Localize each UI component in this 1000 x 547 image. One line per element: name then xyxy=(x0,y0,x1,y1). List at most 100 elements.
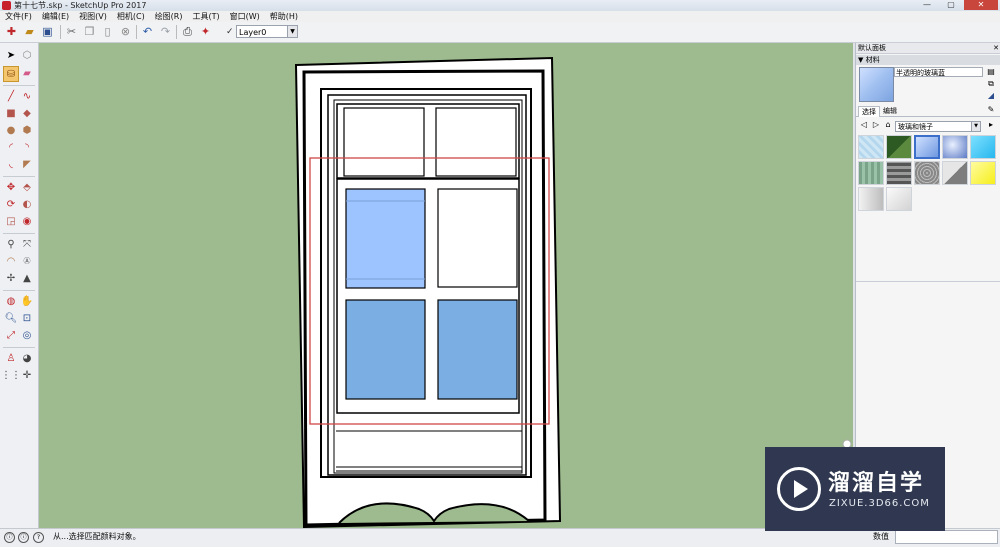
minimize-button[interactable]: — xyxy=(916,0,938,10)
material-swatch[interactable] xyxy=(858,161,884,185)
position-camera-icon[interactable]: ♙ xyxy=(4,351,18,365)
dimension-icon[interactable]: ⤧ xyxy=(20,237,34,251)
zoom-window-icon[interactable]: ⊡ xyxy=(20,311,34,325)
orbit-icon[interactable]: ◍ xyxy=(4,294,18,308)
redo-icon[interactable]: ↷ xyxy=(158,24,173,39)
line-tool-icon[interactable]: ╱ xyxy=(4,89,18,103)
measurements-input[interactable] xyxy=(895,530,998,544)
cut-icon[interactable]: ✂ xyxy=(64,24,79,39)
walk-icon[interactable]: ⋮⋮ xyxy=(1,368,21,382)
watermark-subtitle: ZIXUE.3D66.COM xyxy=(829,498,930,509)
open-folder-icon[interactable]: ▰ xyxy=(22,24,37,39)
three-point-arc-icon[interactable]: ◟ xyxy=(4,157,18,171)
model-viewport[interactable] xyxy=(39,43,853,528)
maximize-button[interactable]: ▢ xyxy=(940,0,962,10)
undo-icon[interactable]: ↶ xyxy=(140,24,155,39)
menu-view[interactable]: 视图(V) xyxy=(74,11,112,22)
two-point-arc-icon[interactable]: ◝ xyxy=(20,140,34,154)
layer-dropdown[interactable]: Layer0 ▼ xyxy=(236,25,298,38)
forward-icon[interactable]: ▷ xyxy=(871,120,881,130)
axes-icon[interactable]: ✢ xyxy=(4,271,18,285)
3d-text-icon[interactable]: ▲ xyxy=(20,271,34,285)
play-logo-icon xyxy=(777,467,821,511)
menu-edit[interactable]: 编辑(E) xyxy=(37,11,74,22)
material-swatch-grid xyxy=(858,135,999,213)
tray-close-icon[interactable]: ✕ xyxy=(993,43,999,54)
pie-icon[interactable]: ◤ xyxy=(20,157,34,171)
pan-icon[interactable]: ✋ xyxy=(20,294,34,308)
scale-icon[interactable]: ◲ xyxy=(4,214,18,228)
watermark-title: 溜溜自学 xyxy=(828,471,925,496)
credits-icon[interactable]: ⓘ xyxy=(18,532,29,543)
back-icon[interactable]: ◁ xyxy=(859,120,869,130)
eyedropper-icon[interactable]: ✎ xyxy=(985,105,997,115)
main-toolbar: ✚ ▰ ▣ ✂ ❐ ▯ ⊗ ↶ ↷ ⎙ ✦ ✓ Layer0 ▼ xyxy=(0,22,1000,43)
material-swatch[interactable] xyxy=(886,135,912,159)
model-info-icon[interactable]: ✦ xyxy=(198,24,213,39)
material-name-field[interactable]: 半透明的玻璃蓝 xyxy=(894,67,983,77)
delete-icon[interactable]: ⊗ xyxy=(118,24,133,39)
material-swatch[interactable] xyxy=(970,161,996,185)
menu-help[interactable]: 帮助(H) xyxy=(265,11,303,22)
material-swatch-selected[interactable] xyxy=(914,135,940,159)
text-tool-icon[interactable]: Ⓐ xyxy=(20,254,34,268)
material-swatch[interactable] xyxy=(858,187,884,211)
paint-bucket-icon[interactable]: ⛁ xyxy=(3,66,19,82)
tape-measure-icon[interactable]: ⚲ xyxy=(4,237,18,251)
menu-draw[interactable]: 绘图(R) xyxy=(150,11,188,22)
help-icon[interactable]: ? xyxy=(33,532,44,543)
arc-icon[interactable]: ◜ xyxy=(4,140,18,154)
material-swatch[interactable] xyxy=(970,135,996,159)
new-file-icon[interactable]: ✚ xyxy=(4,24,19,39)
left-tool-palette: ➤ ⬡ ⛁ ▰ ╱ ∿ ■ ◆ ● ⬢ ◜ ◝ ◟ ◤ ✥ ⬘ ⟳ ◐ ◲ ◉ … xyxy=(0,43,39,528)
rotated-rectangle-icon[interactable]: ◆ xyxy=(20,106,34,120)
tab-edit[interactable]: 编辑 xyxy=(880,106,900,116)
material-swatch[interactable] xyxy=(886,187,912,211)
material-swatch[interactable] xyxy=(858,135,884,159)
materials-panel-header[interactable]: ▼ 材料 xyxy=(856,55,1000,65)
circle-icon[interactable]: ● xyxy=(4,123,18,137)
save-icon[interactable]: ▣ xyxy=(40,24,55,39)
sketchup-app-icon xyxy=(2,1,11,10)
display-secondary-icon[interactable]: ▤ xyxy=(985,67,997,77)
tab-select[interactable]: 选择 xyxy=(858,106,880,117)
select-arrow-icon[interactable]: ➤ xyxy=(4,48,18,62)
chevron-down-icon: ▼ xyxy=(971,122,980,131)
offset-icon[interactable]: ◉ xyxy=(20,214,34,228)
push-pull-icon[interactable]: ⬘ xyxy=(20,180,34,194)
details-arrow-icon[interactable]: ▸ xyxy=(986,120,996,130)
paste-icon[interactable]: ▯ xyxy=(100,24,115,39)
menu-tools[interactable]: 工具(T) xyxy=(188,11,225,22)
material-swatch[interactable] xyxy=(886,161,912,185)
menu-window[interactable]: 窗口(W) xyxy=(225,11,265,22)
geolocation-icon[interactable]: ⓘ xyxy=(4,532,15,543)
previous-view-icon[interactable]: ◎ xyxy=(20,328,34,342)
library-dropdown[interactable]: 玻璃和镜子 ▼ xyxy=(895,121,981,132)
freehand-icon[interactable]: ∿ xyxy=(20,89,34,103)
zoom-icon[interactable]: 🔍︎ xyxy=(4,311,18,325)
copy-icon[interactable]: ❐ xyxy=(82,24,97,39)
material-swatch[interactable] xyxy=(942,161,968,185)
material-swatch[interactable] xyxy=(914,161,940,185)
component-icon[interactable]: ⬡ xyxy=(20,48,34,62)
section-plane-icon[interactable]: ✛ xyxy=(20,368,34,382)
polygon-icon[interactable]: ⬢ xyxy=(20,123,34,137)
eraser-icon[interactable]: ▰ xyxy=(20,66,34,80)
rotate-icon[interactable]: ⟳ xyxy=(4,197,18,211)
selected-glass-pane xyxy=(345,188,426,289)
rectangle-icon[interactable]: ■ xyxy=(4,106,18,120)
window-title: 第十七节.skp - SketchUp Pro 2017 xyxy=(14,1,147,10)
default-material-icon[interactable]: ◢ xyxy=(985,91,997,101)
protractor-icon[interactable]: ◠ xyxy=(4,254,18,268)
menu-file[interactable]: 文件(F) xyxy=(0,11,37,22)
print-icon[interactable]: ⎙ xyxy=(180,24,195,39)
follow-me-icon[interactable]: ◐ xyxy=(20,197,34,211)
create-material-icon[interactable]: ⧉ xyxy=(985,79,997,89)
look-around-icon[interactable]: ◕ xyxy=(20,351,34,365)
close-button[interactable]: ✕ xyxy=(964,0,998,10)
material-swatch[interactable] xyxy=(942,135,968,159)
menu-camera[interactable]: 相机(C) xyxy=(112,11,150,22)
home-icon[interactable]: ⌂ xyxy=(883,120,893,130)
zoom-extents-icon[interactable]: ⤢ xyxy=(4,328,18,342)
move-icon[interactable]: ✥ xyxy=(4,180,18,194)
